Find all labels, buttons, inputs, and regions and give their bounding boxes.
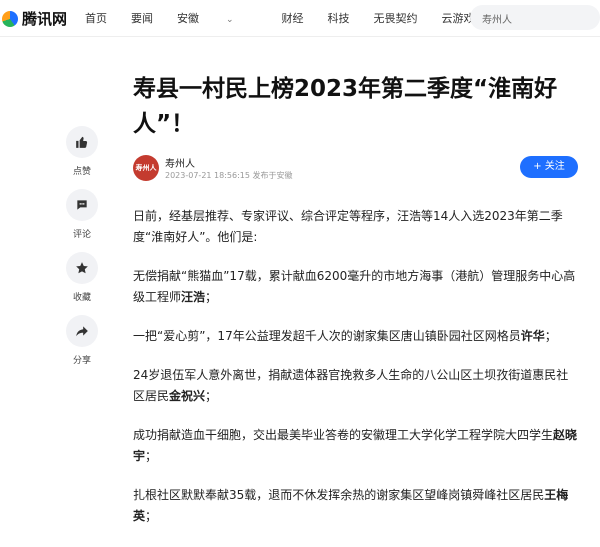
tencent-logo-icon [2,10,18,27]
search-input[interactable]: 寿州人 [482,11,512,26]
site-name: 腾讯网 [22,10,68,28]
article-paragraph: 一把“爱心剪”，17年公益理发超千人次的谢家集区唐山镇卧园社区网格员许华； [133,326,578,347]
article-paragraph: 无偿捐献“熊猫血”17载，累计献血6200毫升的市地方海事（港航）管理服务中心高… [133,266,578,308]
honoree-name: 汪浩 [181,290,206,304]
share-action[interactable]: 分享 [62,315,102,366]
like-label: 点赞 [72,167,91,177]
paragraph-tail: ； [145,449,158,463]
honoree-name: 许华 [520,329,545,343]
paragraph-tail: ； [544,329,557,343]
paragraph-tail: ； [205,389,218,403]
star-icon [76,262,88,274]
thumbs-up-icon [76,136,88,148]
comment-label: 评论 [72,230,91,240]
comment-icon [77,200,87,210]
share-label: 分享 [72,356,91,366]
nav-item-valorant[interactable]: 无畏契约 [374,10,418,26]
avatar-text: 寿州人 [135,164,157,172]
nav-item-finance[interactable]: 财经 [282,10,304,26]
site-logo[interactable]: 腾讯网 [2,8,67,29]
action-sidebar: 点赞 评论 收藏 分享 [62,126,102,378]
article-paragraph: 扎根社区默默奉献35载，退而不休发挥余热的谢家集区望峰岗镇舜峰社区居民王梅英； [133,485,578,527]
nav-item-tech[interactable]: 科技 [328,10,350,26]
nav-item-anhui[interactable]: 安徽 ⌄ [177,10,258,26]
favorite-button[interactable] [66,252,98,284]
article-paragraph: 成功捐献造血干细胞，交出最美毕业答卷的安徽理工大学化学工程学院大四学生赵晓宇； [133,425,578,467]
article-body: 日前，经基层推荐、专家评议、综合评定等程序，汪浩等14人入选2023年第二季度“… [133,206,578,545]
follow-button[interactable]: + 关注 [520,156,578,178]
article-paragraph: 日前，经基层推荐、专家评议、综合评定等程序，汪浩等14人入选2023年第二季度“… [133,206,578,248]
paragraph-text: 成功捐献造血干细胞，交出最美毕业答卷的安徽理工大学化学工程学院大四学生 [133,428,554,442]
publish-meta: 2023-07-21 18:56:15 发布于安徽 [165,171,293,180]
paragraph-text: 日前，经基层推荐、专家评议、综合评定等程序，汪浩等14人入选2023年第二季度“… [133,209,563,244]
favorite-action[interactable]: 收藏 [62,252,102,303]
honoree-name: 金祝兴 [169,389,206,403]
like-button[interactable] [66,126,98,158]
nav-item-anhui-label: 安徽 [177,12,199,25]
comment-button[interactable] [66,189,98,221]
share-icon [76,326,88,337]
author-name[interactable]: 寿州人 [165,155,195,170]
nav-item-home[interactable]: 首页 [85,10,107,26]
paragraph-text: 一把“爱心剪”，17年公益理发超千人次的谢家集区唐山镇卧园社区网格员 [133,329,521,343]
paragraph-text: 扎根社区默默奉献35载，退而不休发挥余热的谢家集区望峰岗镇舜峰社区居民 [133,488,545,502]
like-action[interactable]: 点赞 [62,126,102,177]
article-paragraph: 24岁退伍军人意外离世，捐献遗体器官挽救多人生命的八公山区土坝孜街道惠民社区居民… [133,365,578,407]
paragraph-tail: ； [145,509,158,523]
paragraph-tail: ； [205,290,218,304]
comment-action[interactable]: 评论 [62,189,102,240]
nav-item-news[interactable]: 要闻 [131,10,153,26]
chevron-down-icon: ⌄ [226,15,234,25]
avatar[interactable]: 寿州人 [133,155,159,181]
top-navigation-bar: 腾讯网 首页 要闻 安徽⌄ 财经 科技 无畏契约 云游戏 更多⌄ 寿州人 [0,0,600,37]
article-title: 寿县一村民上榜2023年第二季度“淮南好人”！ [133,76,558,137]
share-button[interactable] [66,315,98,347]
favorite-label: 收藏 [72,293,91,303]
author-bar: 寿州人 寿州人 2023-07-21 18:56:15 发布于安徽 + 关注 [133,153,578,187]
search-box[interactable]: 寿州人 [470,5,600,30]
